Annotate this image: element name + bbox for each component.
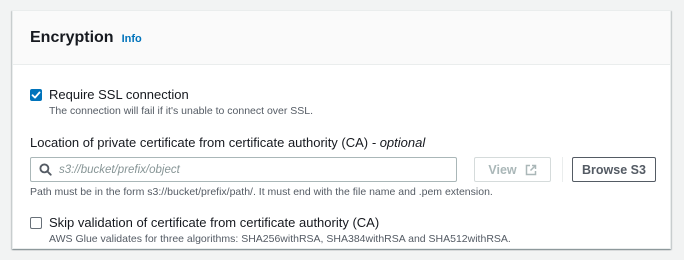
check-icon: [31, 91, 41, 99]
skip-validation-checkbox[interactable]: [30, 217, 42, 229]
view-button-label: View: [488, 162, 517, 177]
external-link-icon: [525, 164, 537, 176]
require-ssl-description: The connection will fail if it's unable …: [49, 105, 314, 117]
certificate-path-field[interactable]: [30, 157, 457, 182]
browse-s3-button[interactable]: Browse S3: [572, 157, 656, 182]
button-divider: [562, 157, 563, 182]
require-ssl-checkbox[interactable]: [30, 89, 42, 101]
encryption-panel: Encryption Info Require SSL connection T…: [12, 10, 671, 249]
certificate-constraint-text: Path must be in the form s3://bucket/pre…: [30, 186, 493, 198]
optional-label: - optional: [368, 135, 426, 150]
search-icon: [39, 163, 53, 177]
certificate-label-text: Location of private certificate from cer…: [30, 135, 369, 150]
require-ssl-row[interactable]: Require SSL connection The connection wi…: [30, 87, 313, 118]
require-ssl-label: Require SSL connection: [49, 87, 189, 102]
certificate-path-input[interactable]: [59, 163, 439, 176]
skip-validation-description: AWS Glue validates for three algorithms:…: [49, 233, 511, 245]
panel-header: Encryption Info: [13, 11, 670, 65]
skip-validation-row[interactable]: Skip validation of certificate from cert…: [30, 215, 511, 246]
view-button[interactable]: View: [474, 157, 551, 182]
certificate-location-label: Location of private certificate from cer…: [30, 135, 425, 150]
panel-title: Encryption: [30, 28, 114, 46]
skip-validation-label: Skip validation of certificate from cert…: [49, 215, 380, 230]
info-link[interactable]: Info: [122, 33, 142, 45]
